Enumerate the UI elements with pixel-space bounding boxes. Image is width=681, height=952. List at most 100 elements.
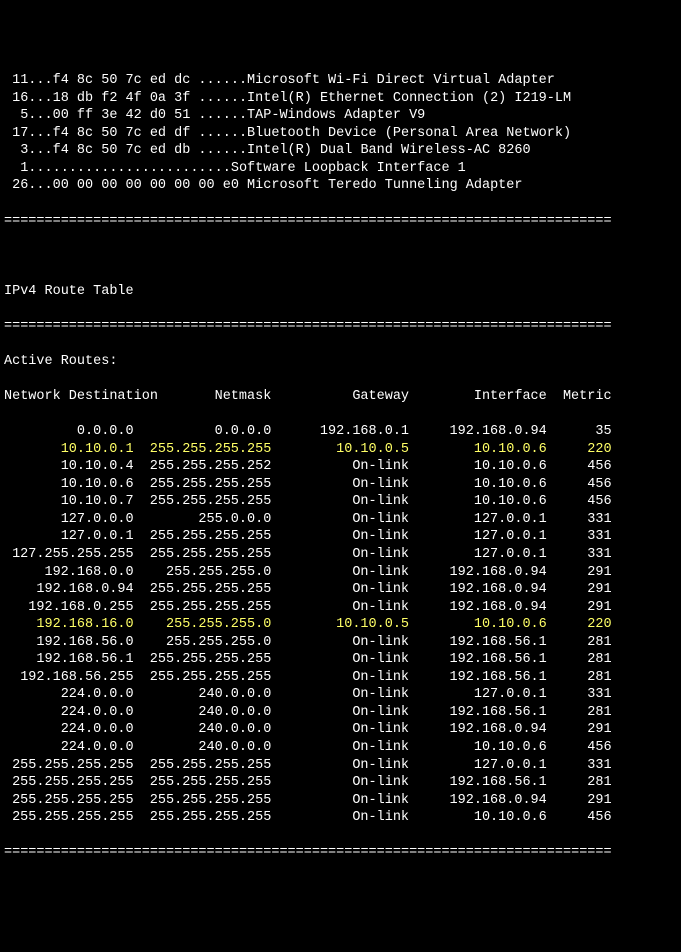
route-netmask: 255.255.255.255 bbox=[134, 669, 272, 687]
route-destination: 255.255.255.255 bbox=[4, 809, 134, 827]
route-metric: 291 bbox=[547, 721, 612, 739]
route-gateway: On-link bbox=[271, 704, 409, 722]
route-destination: 192.168.0.0 bbox=[4, 564, 134, 582]
route-interface: 10.10.0.6 bbox=[409, 616, 547, 634]
route-gateway: On-link bbox=[271, 458, 409, 476]
header-gateway: Gateway bbox=[271, 388, 409, 406]
route-netmask: 255.255.255.255 bbox=[134, 476, 272, 494]
route-destination: 192.168.56.0 bbox=[4, 634, 134, 652]
interface-row: 11...f4 8c 50 7c ed dc ......Microsoft W… bbox=[4, 72, 677, 90]
route-interface: 10.10.0.6 bbox=[409, 739, 547, 757]
route-row: 224.0.0.0240.0.0.0On-link10.10.0.6456 bbox=[4, 739, 677, 757]
route-netmask: 255.0.0.0 bbox=[134, 511, 272, 529]
route-gateway: 192.168.0.1 bbox=[271, 423, 409, 441]
route-destination: 224.0.0.0 bbox=[4, 721, 134, 739]
route-interface: 10.10.0.6 bbox=[409, 493, 547, 511]
route-metric: 456 bbox=[547, 809, 612, 827]
route-netmask: 255.255.255.255 bbox=[134, 441, 272, 459]
route-destination: 224.0.0.0 bbox=[4, 739, 134, 757]
blank-line bbox=[4, 248, 677, 266]
route-destination: 10.10.0.7 bbox=[4, 493, 134, 511]
route-metric: 220 bbox=[547, 441, 612, 459]
route-netmask: 240.0.0.0 bbox=[134, 704, 272, 722]
route-netmask: 255.255.255.255 bbox=[134, 528, 272, 546]
route-metric: 331 bbox=[547, 686, 612, 704]
route-metric: 281 bbox=[547, 704, 612, 722]
route-interface: 192.168.0.94 bbox=[409, 792, 547, 810]
route-gateway: On-link bbox=[271, 669, 409, 687]
route-metric: 331 bbox=[547, 546, 612, 564]
route-interface: 192.168.56.1 bbox=[409, 651, 547, 669]
route-interface: 10.10.0.6 bbox=[409, 441, 547, 459]
route-gateway: On-link bbox=[271, 774, 409, 792]
route-netmask: 240.0.0.0 bbox=[134, 739, 272, 757]
route-interface: 192.168.56.1 bbox=[409, 634, 547, 652]
route-destination: 10.10.0.1 bbox=[4, 441, 134, 459]
route-netmask: 0.0.0.0 bbox=[134, 423, 272, 441]
route-row: 10.10.0.1255.255.255.25510.10.0.510.10.0… bbox=[4, 441, 677, 459]
divider: ========================================… bbox=[4, 318, 677, 336]
route-interface: 192.168.0.94 bbox=[409, 423, 547, 441]
route-netmask: 240.0.0.0 bbox=[134, 721, 272, 739]
header-destination: Network Destination bbox=[4, 388, 134, 406]
route-netmask: 255.255.255.255 bbox=[134, 581, 272, 599]
route-gateway: On-link bbox=[271, 739, 409, 757]
route-gateway: On-link bbox=[271, 721, 409, 739]
route-interface: 10.10.0.6 bbox=[409, 476, 547, 494]
route-interface: 192.168.56.1 bbox=[409, 669, 547, 687]
route-destination: 127.0.0.0 bbox=[4, 511, 134, 529]
route-row: 255.255.255.255255.255.255.255On-link127… bbox=[4, 757, 677, 775]
route-netmask: 255.255.255.255 bbox=[134, 493, 272, 511]
route-netmask: 255.255.255.255 bbox=[134, 792, 272, 810]
route-gateway: On-link bbox=[271, 757, 409, 775]
route-interface: 10.10.0.6 bbox=[409, 809, 547, 827]
route-row: 0.0.0.00.0.0.0192.168.0.1192.168.0.9435 bbox=[4, 423, 677, 441]
header-netmask: Netmask bbox=[134, 388, 272, 406]
route-gateway: On-link bbox=[271, 493, 409, 511]
route-gateway: On-link bbox=[271, 792, 409, 810]
route-destination: 192.168.56.1 bbox=[4, 651, 134, 669]
route-metric: 456 bbox=[547, 739, 612, 757]
route-gateway: On-link bbox=[271, 686, 409, 704]
route-netmask: 255.255.255.0 bbox=[134, 634, 272, 652]
route-metric: 331 bbox=[547, 757, 612, 775]
route-gateway: On-link bbox=[271, 528, 409, 546]
route-interface: 192.168.0.94 bbox=[409, 599, 547, 617]
route-list: 0.0.0.00.0.0.0192.168.0.1192.168.0.94351… bbox=[4, 423, 677, 827]
route-metric: 281 bbox=[547, 634, 612, 652]
interface-row: 16...18 db f2 4f 0a 3f ......Intel(R) Et… bbox=[4, 90, 677, 108]
route-interface: 127.0.0.1 bbox=[409, 511, 547, 529]
route-gateway: On-link bbox=[271, 599, 409, 617]
route-gateway: 10.10.0.5 bbox=[271, 441, 409, 459]
route-destination: 127.0.0.1 bbox=[4, 528, 134, 546]
route-row: 224.0.0.0240.0.0.0On-link127.0.0.1331 bbox=[4, 686, 677, 704]
route-metric: 456 bbox=[547, 458, 612, 476]
route-row: 192.168.56.1255.255.255.255On-link192.16… bbox=[4, 651, 677, 669]
route-metric: 456 bbox=[547, 493, 612, 511]
route-gateway: On-link bbox=[271, 476, 409, 494]
active-routes-label: Active Routes: bbox=[4, 353, 677, 371]
route-netmask: 255.255.255.0 bbox=[134, 564, 272, 582]
interface-row: 3...f4 8c 50 7c ed db ......Intel(R) Dua… bbox=[4, 142, 677, 160]
route-netmask: 255.255.255.255 bbox=[134, 774, 272, 792]
route-destination: 192.168.16.0 bbox=[4, 616, 134, 634]
route-netmask: 255.255.255.255 bbox=[134, 809, 272, 827]
route-header-row: Network DestinationNetmaskGatewayInterfa… bbox=[4, 388, 677, 406]
route-gateway: 10.10.0.5 bbox=[271, 616, 409, 634]
route-metric: 291 bbox=[547, 599, 612, 617]
route-metric: 281 bbox=[547, 651, 612, 669]
route-row: 192.168.0.0255.255.255.0On-link192.168.0… bbox=[4, 564, 677, 582]
route-netmask: 240.0.0.0 bbox=[134, 686, 272, 704]
route-destination: 224.0.0.0 bbox=[4, 704, 134, 722]
route-row: 192.168.56.255255.255.255.255On-link192.… bbox=[4, 669, 677, 687]
header-metric: Metric bbox=[547, 388, 612, 406]
header-interface: Interface bbox=[409, 388, 547, 406]
route-interface: 192.168.0.94 bbox=[409, 564, 547, 582]
route-row: 10.10.0.4255.255.255.252On-link10.10.0.6… bbox=[4, 458, 677, 476]
route-interface: 127.0.0.1 bbox=[409, 528, 547, 546]
route-netmask: 255.255.255.255 bbox=[134, 757, 272, 775]
route-row: 224.0.0.0240.0.0.0On-link192.168.56.1281 bbox=[4, 704, 677, 722]
interface-row: 17...f4 8c 50 7c ed df ......Bluetooth D… bbox=[4, 125, 677, 143]
route-netmask: 255.255.255.0 bbox=[134, 616, 272, 634]
route-row: 255.255.255.255255.255.255.255On-link192… bbox=[4, 792, 677, 810]
